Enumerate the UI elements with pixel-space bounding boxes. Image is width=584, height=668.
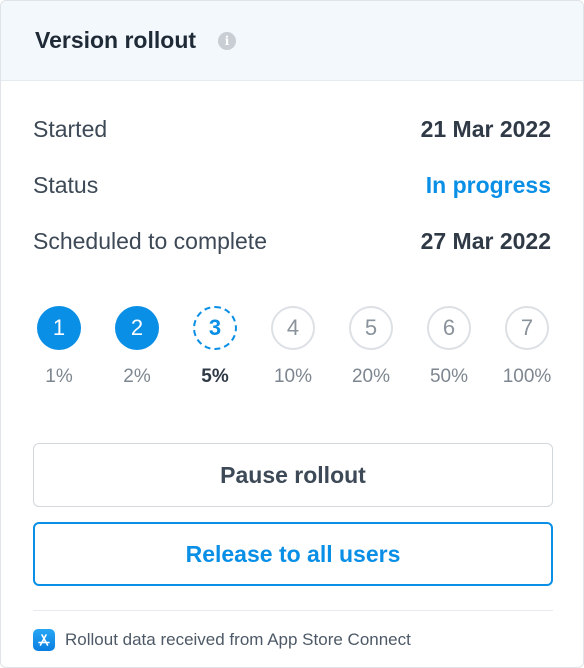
phase-percent: 5% xyxy=(201,366,229,387)
detail-row-started: Started 21 Mar 2022 xyxy=(33,101,551,157)
footer: Rollout data received from App Store Con… xyxy=(33,629,411,651)
phase-number: 4 xyxy=(271,306,315,350)
phase-number: 7 xyxy=(505,306,549,350)
phase-percent: 2% xyxy=(123,366,151,387)
phase-step-6: 6 50% xyxy=(419,306,479,388)
phase-percent: 1% xyxy=(45,366,73,387)
release-to-all-users-button[interactable]: Release to all users xyxy=(33,522,553,586)
detail-row-status: Status In progress xyxy=(33,157,551,213)
info-icon[interactable]: i xyxy=(218,31,237,50)
started-value: 21 Mar 2022 xyxy=(420,115,551,142)
status-label: Status xyxy=(33,171,99,198)
phase-step-1: 1 1% xyxy=(29,306,89,388)
card-title: Version rollout xyxy=(35,27,197,53)
phase-step-7: 7 100% xyxy=(497,306,557,388)
phase-step-3: 3 5% xyxy=(185,306,245,388)
pause-rollout-button[interactable]: Pause rollout xyxy=(33,443,553,507)
phase-percent: 20% xyxy=(351,366,391,387)
app-store-icon xyxy=(33,629,55,651)
version-rollout-card: Version rollout i Started 21 Mar 2022 St… xyxy=(0,0,584,668)
phase-number: 3 xyxy=(193,306,237,350)
card-header: Version rollout i xyxy=(1,1,583,81)
footer-divider xyxy=(33,610,553,611)
rollout-details: Started 21 Mar 2022 Status In progress S… xyxy=(33,101,551,269)
footer-text: Rollout data received from App Store Con… xyxy=(65,630,411,649)
phase-step-2: 2 2% xyxy=(107,306,167,388)
scheduled-label: Scheduled to complete xyxy=(33,227,267,254)
phase-step-4: 4 10% xyxy=(263,306,323,388)
phase-number: 5 xyxy=(349,306,393,350)
status-value: In progress xyxy=(425,171,551,198)
phase-percent: 50% xyxy=(429,366,469,387)
phase-number: 2 xyxy=(115,306,159,350)
phase-stepper: 1 1% 2 2% 3 5% 4 10% 5 20% 6 50% 7 100% xyxy=(33,306,553,396)
phase-step-5: 5 20% xyxy=(341,306,401,388)
scheduled-value: 27 Mar 2022 xyxy=(420,227,551,254)
phase-percent: 100% xyxy=(502,366,552,387)
detail-row-scheduled: Scheduled to complete 27 Mar 2022 xyxy=(33,213,551,269)
phase-percent: 10% xyxy=(273,366,313,387)
phase-number: 1 xyxy=(37,306,81,350)
phase-number: 6 xyxy=(427,306,471,350)
started-label: Started xyxy=(33,115,108,142)
